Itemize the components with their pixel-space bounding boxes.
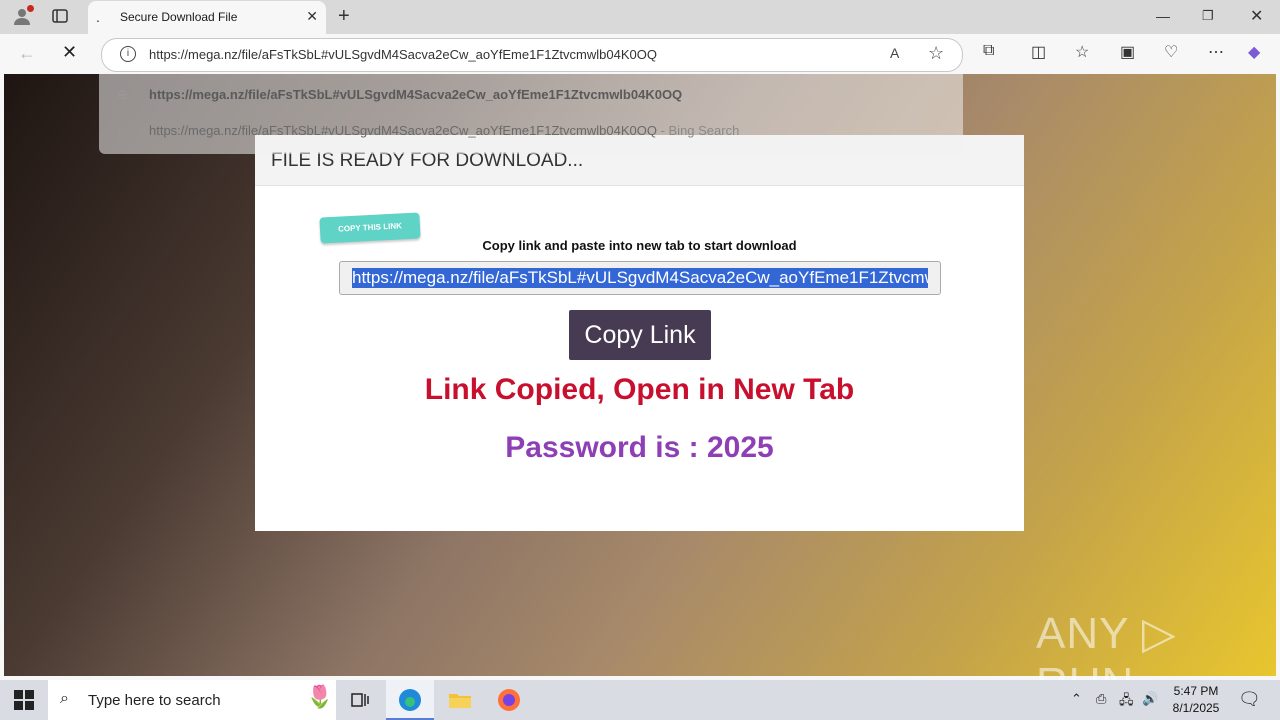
suggestion-item[interactable]: ⌕ https://mega.nz/file/aFsTkSbL#vULSgvdM… [99,112,963,148]
show-hidden-icons-icon[interactable]: ⌃ [1071,691,1082,707]
task-view-icon[interactable] [346,686,374,714]
volume-icon[interactable]: 🔊 [1142,691,1158,707]
link-value[interactable]: https://mega.nz/file/aFsTkSbL#vULSgvdM4S… [352,268,928,288]
browser-essentials-icon[interactable]: ♡ [1164,42,1178,62]
suggestion-text[interactable]: https://mega.nz/file/aFsTkSbL#vULSgvdM4S… [149,87,682,102]
window-close-icon[interactable]: ✕ [1250,6,1263,26]
site-info-icon[interactable]: i [120,46,136,62]
firefox-icon[interactable] [495,686,523,714]
clock-date: 8/1/2025 [1172,701,1220,715]
tab-title: Secure Download File [120,10,238,24]
file-explorer-icon[interactable] [446,686,474,714]
suggestion-text[interactable]: https://mega.nz/file/aFsTkSbL#vULSgvdM4S… [149,123,739,138]
search-icon: ⌕ [117,122,125,138]
search-placeholder[interactable]: Type here to search [88,692,221,709]
taskbar: ⌕ Type here to search 🌷 ⌃ ⎙ 🖧 🔊 5:47 PM … [0,680,1280,720]
minimize-icon[interactable]: — [1156,8,1170,24]
stop-loading-icon[interactable]: ✕ [62,42,77,63]
copy-link-button[interactable]: Copy Link [569,310,711,360]
tab-favicon: . [96,9,100,25]
search-icon: ⌕ [60,690,69,707]
password-message: Password is : 2025 [505,431,774,464]
favorite-star-icon[interactable]: ☆ [928,43,944,64]
read-aloud-icon[interactable]: A [890,45,899,61]
more-menu-icon[interactable]: ⋯ [1208,42,1224,62]
page-background: FILE IS READY FOR DOWNLOAD... COPY THIS … [4,74,1276,676]
windows-start-icon[interactable] [14,690,34,710]
instruction-text: Copy link and paste into new tab to star… [482,238,797,253]
edge-icon[interactable] [396,686,424,714]
suggestion-item[interactable]: ⊕ https://mega.nz/file/aFsTkSbL#vULSgvdM… [99,76,963,112]
flowers-icon: 🌷 [306,684,334,709]
favorites-icon[interactable]: ☆ [1075,42,1089,62]
tab-strip: . Secure Download File ✕ + — ❐ ✕ [0,0,1280,34]
active-tab[interactable]: . Secure Download File ✕ [88,1,326,34]
collections-icon[interactable]: ▣ [1120,42,1135,62]
address-bar[interactable]: i https://mega.nz/file/aFsTkSbL#vULSgvdM… [101,38,963,72]
back-arrow-icon[interactable]: ← [18,43,36,64]
link-input[interactable]: https://mega.nz/file/aFsTkSbL#vULSgvdM4S… [339,261,941,295]
clock-time: 5:47 PM [1173,684,1219,698]
download-modal: FILE IS READY FOR DOWNLOAD... COPY THIS … [255,135,1024,531]
extensions-icon[interactable]: ⧉ [983,42,994,60]
tab-actions-icon[interactable] [52,8,68,24]
copilot-icon[interactable]: ◆ [1248,42,1260,62]
split-screen-icon[interactable]: ◫ [1031,42,1046,62]
address-suggestions: ⊕ https://mega.nz/file/aFsTkSbL#vULSgvdM… [99,74,963,154]
address-text[interactable]: https://mega.nz/file/aFsTkSbL#vULSgvdM4S… [149,47,657,62]
notifications-icon[interactable]: 🗨 [1238,689,1261,710]
link-copied-message: Link Copied, Open in New Tab [424,373,855,406]
browser-toolbar: ← ✕ i https://mega.nz/file/aFsTkSbL#vULS… [0,34,1280,74]
taskbar-search[interactable]: ⌕ Type here to search 🌷 [48,680,336,720]
network-icon[interactable]: 🖧 [1119,691,1134,713]
profile-notification-dot [27,5,34,12]
restore-icon[interactable]: ❐ [1202,8,1214,24]
system-clock[interactable]: 5:47 PM 8/1/2025 [1168,683,1224,717]
meet-now-icon[interactable]: ⎙ [1096,691,1106,707]
globe-icon: ⊕ [117,86,129,102]
new-tab-icon[interactable]: + [338,5,350,28]
tab-close-icon[interactable]: ✕ [306,8,318,25]
